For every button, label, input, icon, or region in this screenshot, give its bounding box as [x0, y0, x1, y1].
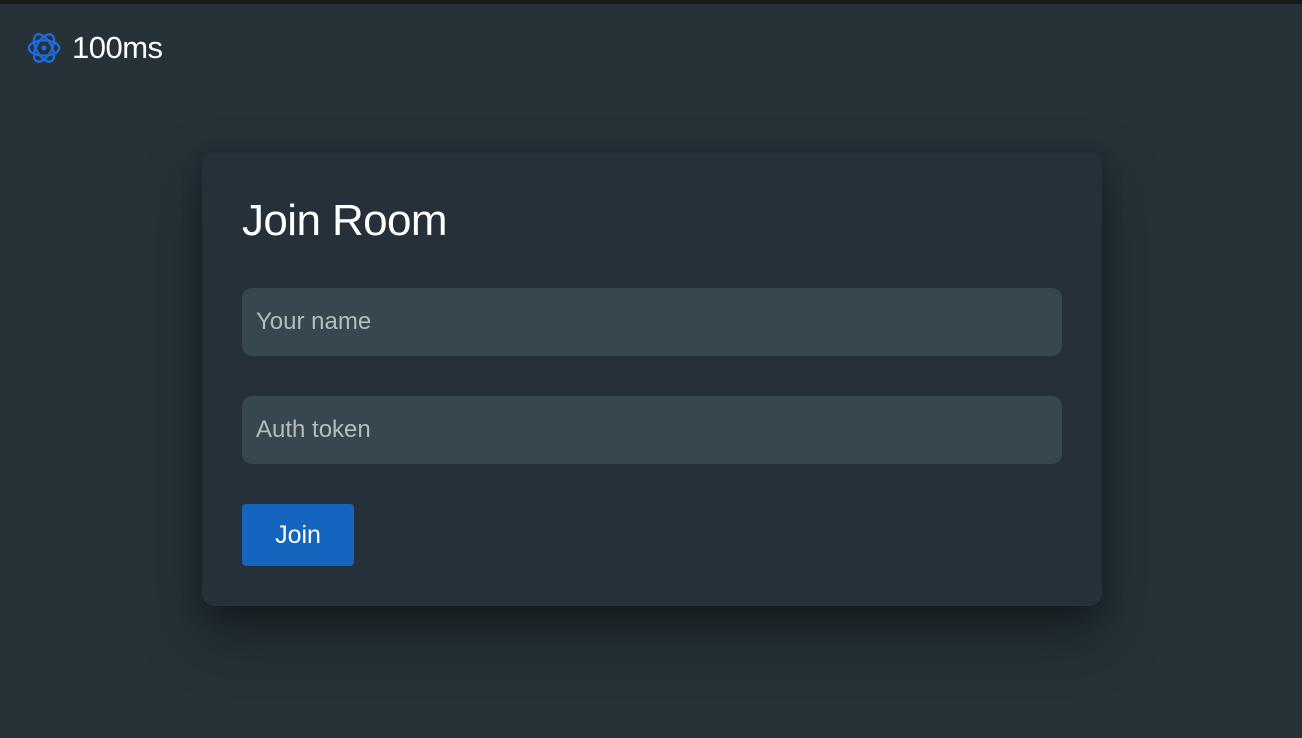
page-title: Join Room: [242, 196, 448, 245]
brand-name: 100ms: [72, 30, 163, 65]
100ms-logo-icon: [27, 33, 61, 63]
join-button[interactable]: Join: [242, 504, 354, 566]
auth-token-input[interactable]: [242, 396, 1062, 464]
name-input[interactable]: [242, 288, 1062, 356]
brand[interactable]: 100ms: [25, 28, 163, 68]
top-edge-bar: [0, 0, 1302, 4]
join-room-card: Join Room Join: [202, 153, 1102, 606]
